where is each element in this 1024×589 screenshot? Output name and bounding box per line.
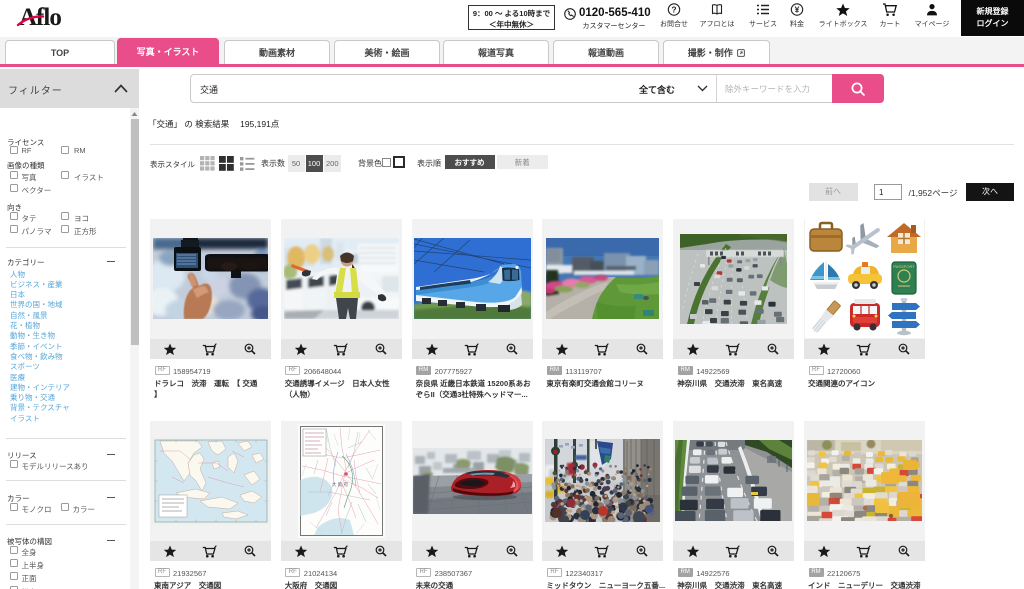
svg-text:大 阪 府: 大 阪 府 bbox=[332, 481, 349, 488]
svg-text:PASSPORT: PASSPORT bbox=[893, 264, 915, 269]
svg-text:¥: ¥ bbox=[795, 5, 800, 15]
svg-text:?: ? bbox=[671, 4, 676, 14]
